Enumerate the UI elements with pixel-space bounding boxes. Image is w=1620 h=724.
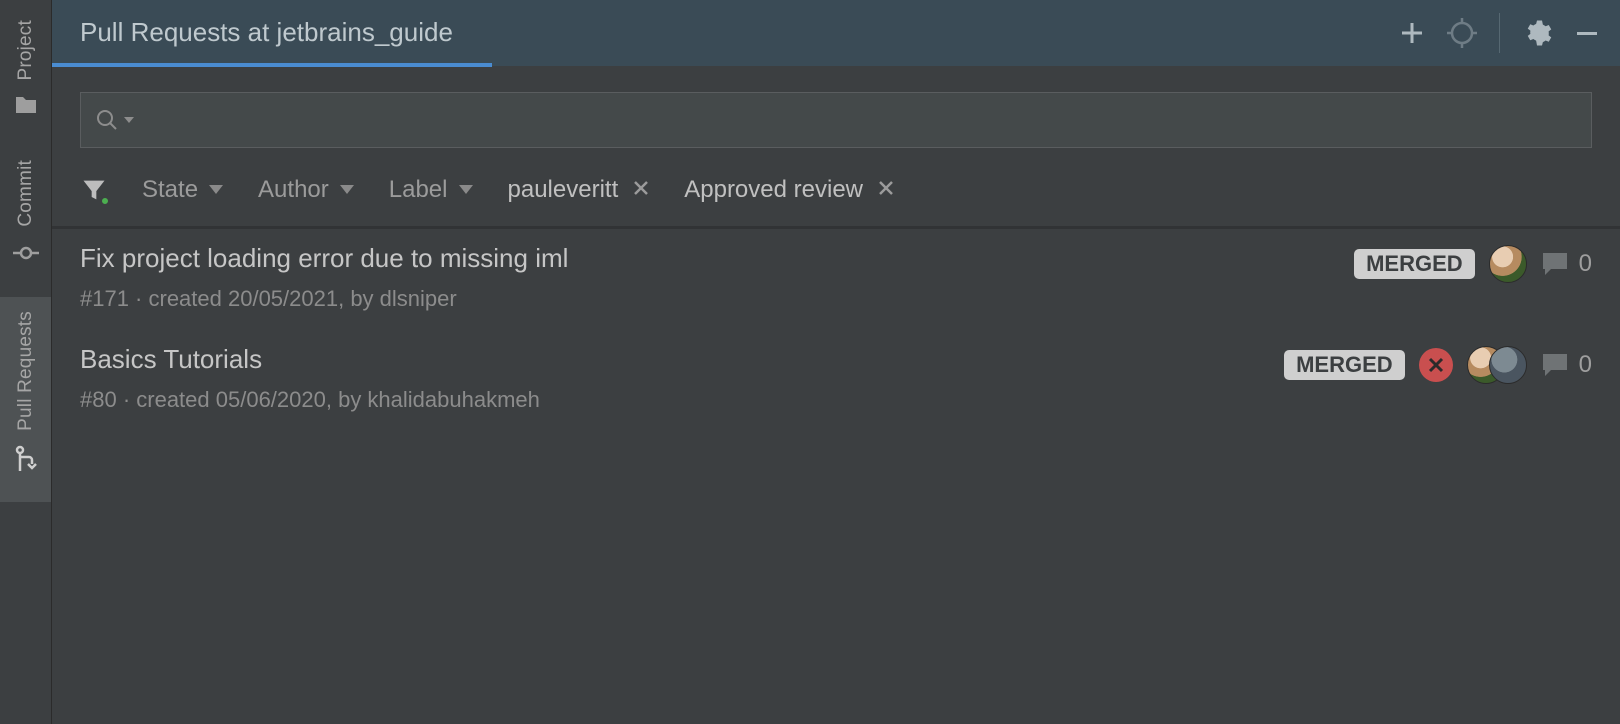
panel-header: Pull Requests at jetbrains_guide [52, 0, 1620, 66]
pull-request-row[interactable]: Fix project loading error due to missing… [52, 229, 1620, 330]
header-divider [1499, 13, 1500, 53]
comments-number: 0 [1579, 250, 1592, 278]
filter-icon[interactable] [80, 176, 108, 204]
locate-icon[interactable] [1447, 18, 1477, 48]
filter-label: State [142, 176, 198, 204]
filter-chip-pauleveritt: pauleveritt [508, 176, 651, 204]
filter-label: Author [258, 176, 329, 204]
chip-label: pauleveritt [508, 176, 619, 204]
tool-window-strip: Project Commit Pull Requests [0, 0, 52, 724]
filter-author-dropdown[interactable]: Author [258, 176, 355, 204]
chip-remove-button[interactable] [877, 176, 895, 204]
avatar [1489, 245, 1527, 283]
commit-icon [13, 240, 39, 271]
filter-label-dropdown[interactable]: Label [389, 176, 474, 204]
search-box[interactable] [80, 92, 1592, 148]
search-container [52, 66, 1620, 158]
panel-title[interactable]: Pull Requests at jetbrains_guide [80, 17, 453, 50]
filter-bar: State Author Label pauleveritt Approved … [52, 158, 1620, 229]
build-failed-icon [1419, 348, 1453, 382]
avatar [1489, 346, 1527, 384]
pull-requests-panel: Pull Requests at jetbrains_guide [52, 0, 1620, 724]
settings-button[interactable] [1522, 18, 1552, 48]
chip-label: Approved review [684, 176, 863, 204]
filter-state-dropdown[interactable]: State [142, 176, 224, 204]
panel-title-text: Pull Requests at jetbrains_guide [80, 17, 453, 47]
comments-count: 0 [1541, 250, 1592, 278]
active-tab-underline [52, 63, 492, 67]
pull-request-row[interactable]: Basics Tutorials #80 · created 05/06/202… [52, 330, 1620, 431]
filter-label: Label [389, 176, 448, 204]
minimize-button[interactable] [1574, 20, 1600, 46]
pr-meta: #171 · created 20/05/2021, by dlsniper [80, 286, 1334, 312]
chevron-down-icon [458, 184, 474, 196]
sidebar-item-label: Commit [15, 160, 37, 227]
pull-request-list: Fix project loading error due to missing… [52, 229, 1620, 724]
folder-icon [14, 95, 38, 120]
avatar-stack [1467, 346, 1527, 384]
comments-count: 0 [1541, 351, 1592, 379]
pr-title: Fix project loading error due to missing… [80, 243, 1334, 274]
chevron-down-icon[interactable] [123, 114, 135, 126]
sidebar-item-project[interactable]: Project [0, 6, 51, 146]
filter-active-indicator [100, 196, 110, 206]
sidebar-item-label: Pull Requests [15, 311, 37, 431]
pr-meta: #80 · created 05/06/2020, by khalidabuha… [80, 387, 1264, 413]
status-badge: MERGED [1354, 249, 1475, 279]
chevron-down-icon [339, 184, 355, 196]
pull-request-icon [14, 445, 38, 476]
comment-icon [1541, 251, 1569, 277]
sidebar-item-label: Project [15, 20, 37, 81]
comment-icon [1541, 352, 1569, 378]
sidebar-item-pull-requests[interactable]: Pull Requests [0, 297, 51, 502]
filter-chip-approved-review: Approved review [684, 176, 895, 204]
comments-number: 0 [1579, 351, 1592, 379]
new-pull-request-button[interactable] [1399, 20, 1425, 46]
header-actions [1399, 13, 1600, 53]
search-input[interactable] [139, 107, 1577, 133]
pr-title: Basics Tutorials [80, 344, 1264, 375]
search-icon [95, 108, 119, 132]
sidebar-item-commit[interactable]: Commit [0, 146, 51, 298]
status-badge: MERGED [1284, 350, 1405, 380]
chip-remove-button[interactable] [632, 176, 650, 204]
chevron-down-icon [208, 184, 224, 196]
